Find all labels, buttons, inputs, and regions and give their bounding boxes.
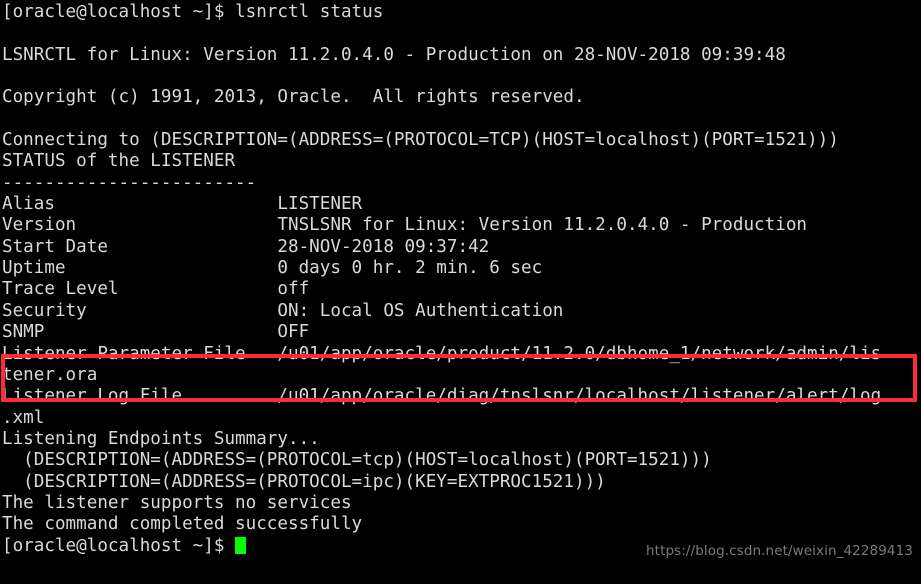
terminal-line-parameter-file: Listener Parameter File /u01/app/oracle/… bbox=[2, 343, 882, 364]
terminal-line-endpoint-tcp: (DESCRIPTION=(ADDRESS=(PROTOCOL=tcp)(HOS… bbox=[2, 450, 712, 471]
watermark-text: https://blog.csdn.net/weixin_42289413 bbox=[646, 542, 913, 559]
cursor-block bbox=[235, 536, 247, 554]
terminal-line: Connecting to (DESCRIPTION=(ADDRESS=(PRO… bbox=[2, 130, 839, 151]
terminal-line-alias: Alias LISTENER bbox=[2, 194, 363, 215]
terminal-line-uptime: Uptime 0 days 0 hr. 2 min. 6 sec bbox=[2, 258, 543, 279]
terminal-line-trace-level: Trace Level off bbox=[2, 279, 310, 300]
terminal-line-log-file: Listener Log File /u01/app/oracle/diag/t… bbox=[2, 386, 882, 407]
terminal-line: Copyright (c) 1991, 2013, Oracle. All ri… bbox=[2, 87, 585, 108]
terminal-line-no-services: The listener supports no services bbox=[2, 492, 352, 513]
terminal-line-version: Version TNSLSNR for Linux: Version 11.2.… bbox=[2, 215, 808, 236]
terminal-line: [oracle@localhost ~]$ lsnrctl status bbox=[2, 2, 384, 22]
terminal-line-parameter-file-wrap: tener.ora bbox=[2, 364, 98, 385]
terminal-line-security: Security ON: Local OS Authentication bbox=[2, 300, 564, 321]
terminal-line-command-completed: The command completed successfully bbox=[2, 514, 363, 535]
terminal-window[interactable]: [oracle@localhost ~]$ lsnrctl status LSN… bbox=[0, 0, 921, 584]
terminal-line-start-date: Start Date 28-NOV-2018 09:37:42 bbox=[2, 236, 490, 257]
terminal-line-log-file-wrap: .xml bbox=[2, 407, 45, 428]
terminal-line-snmp: SNMP OFF bbox=[2, 322, 310, 343]
terminal-line: LSNRCTL for Linux: Version 11.2.0.4.0 - … bbox=[2, 44, 786, 65]
terminal-output: [oracle@localhost ~]$ lsnrctl status LSN… bbox=[0, 0, 921, 557]
terminal-line-endpoints-header: Listening Endpoints Summary... bbox=[2, 428, 320, 449]
terminal-line: STATUS of the LISTENER bbox=[2, 151, 236, 172]
terminal-line-endpoint-ipc: (DESCRIPTION=(ADDRESS=(PROTOCOL=ipc)(KEY… bbox=[2, 471, 606, 492]
terminal-separator-line: ------------------------ bbox=[2, 172, 257, 193]
prompt-text: [oracle@localhost ~]$ bbox=[2, 535, 236, 556]
